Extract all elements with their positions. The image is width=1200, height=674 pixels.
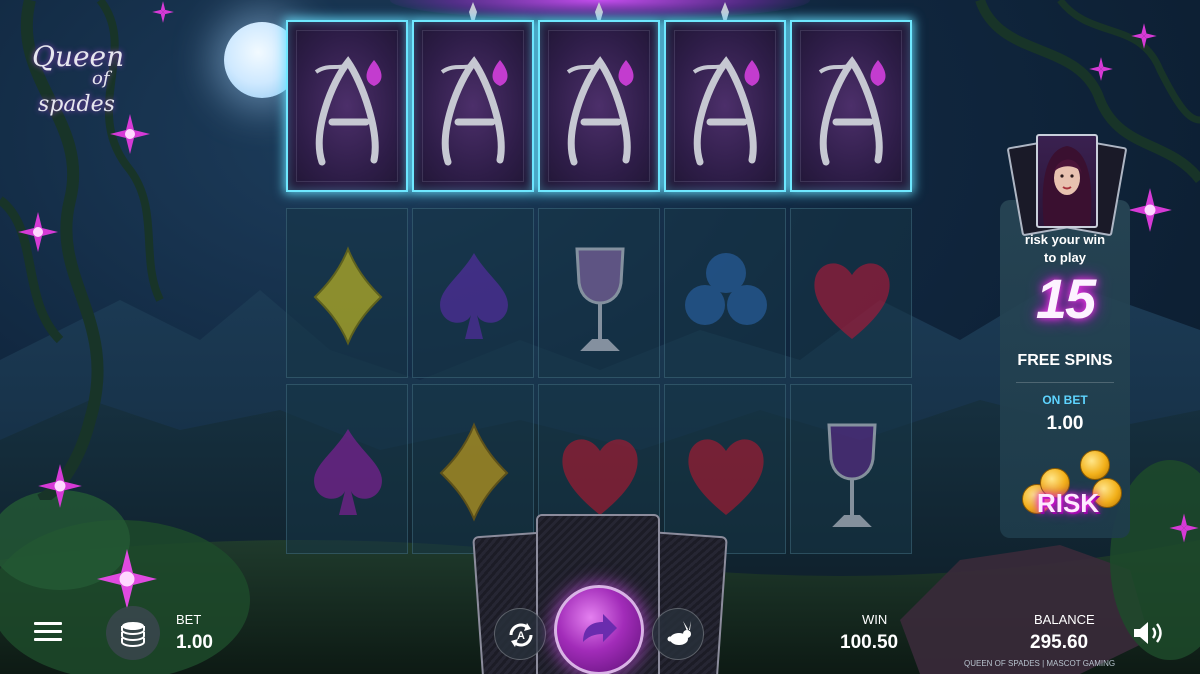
bet-settings-button[interactable] [106, 606, 160, 660]
reel-cell [664, 208, 786, 378]
reel-cell [286, 384, 408, 554]
ace-card-3 [538, 20, 660, 192]
ace-symbol-icon [692, 56, 760, 166]
ace-symbol-icon [566, 56, 634, 166]
spin-arrow-icon [583, 614, 617, 642]
win-label: WIN [862, 612, 888, 627]
goblet-icon [827, 423, 877, 527]
turbo-button[interactable] [652, 608, 704, 660]
reel-cell [538, 208, 660, 378]
red-heart-icon [814, 263, 890, 339]
top-reel-row [286, 2, 914, 192]
yellow-diamond-icon [439, 422, 509, 522]
blue-club-icon [685, 253, 767, 325]
logo-text-queen: Queen [32, 40, 125, 73]
flower-icon [97, 549, 157, 609]
flower-icon [1131, 23, 1157, 49]
flower-icon [18, 212, 58, 252]
bet-value: 1.00 [176, 632, 213, 653]
hamburger-menu-icon [34, 622, 62, 625]
ace-symbol-icon [440, 56, 508, 166]
gold-coin-icon [1080, 450, 1110, 480]
flower-icon [1089, 57, 1113, 81]
reel-grid [286, 208, 914, 556]
yellow-diamond-icon [313, 246, 383, 346]
risk-button[interactable]: RISK [1016, 448, 1122, 524]
queen-portrait [1006, 128, 1128, 237]
red-heart-icon [688, 439, 764, 515]
spin-button[interactable] [554, 585, 644, 674]
rabbit-icon [667, 621, 691, 645]
free-spins-count: 15 [1035, 267, 1096, 330]
reel-cell [790, 384, 912, 554]
balance-label: BALANCE [1034, 612, 1095, 627]
risk-button-label: RISK [1036, 488, 1100, 518]
ace-card-2 [412, 20, 534, 192]
reel-cell [412, 208, 534, 378]
sound-button[interactable] [1132, 620, 1166, 646]
autoplay-button[interactable]: A [494, 608, 546, 660]
svg-text:A: A [517, 630, 525, 642]
on-bet-label: ON BET [1042, 393, 1088, 407]
logo-text-of: of [92, 68, 110, 89]
queen-face-icon [1042, 146, 1092, 226]
ace-symbol-icon [818, 56, 886, 166]
purple-spade-icon [314, 429, 382, 515]
game-logo: Queen of spades [28, 40, 138, 130]
reel-cell [790, 208, 912, 378]
ace-card-5 [790, 20, 912, 192]
flower-icon [1169, 513, 1199, 543]
flower-icon [1128, 188, 1172, 232]
divider [1016, 382, 1114, 383]
balance-value: 295.60 [1030, 632, 1089, 653]
ace-card-1 [286, 20, 408, 192]
red-heart-icon [562, 439, 638, 515]
game-credits: QUEEN OF SPADES | MASCOT GAMING [964, 659, 1116, 668]
flower-icon [38, 464, 82, 508]
autoplay-icon: A [509, 623, 533, 647]
logo-text-spades: spades [38, 92, 115, 117]
risk-text-line2: to play [1044, 250, 1086, 265]
goblet-icon [575, 247, 625, 351]
reel-cell [286, 208, 408, 378]
queen-portrait-card [1036, 134, 1098, 228]
free-spins-label: FREE SPINS [1017, 352, 1113, 369]
menu-button[interactable] [34, 622, 62, 644]
flower-icon [152, 1, 174, 23]
win-value: 100.50 [840, 632, 899, 653]
purple-spade-icon [440, 253, 508, 339]
ace-card-4 [664, 20, 786, 192]
coin-stack-icon [121, 622, 145, 647]
bet-label: BET [176, 612, 202, 627]
ace-symbol-icon [314, 56, 382, 166]
on-bet-value: 1.00 [1046, 413, 1084, 434]
speaker-icon [1134, 622, 1162, 644]
